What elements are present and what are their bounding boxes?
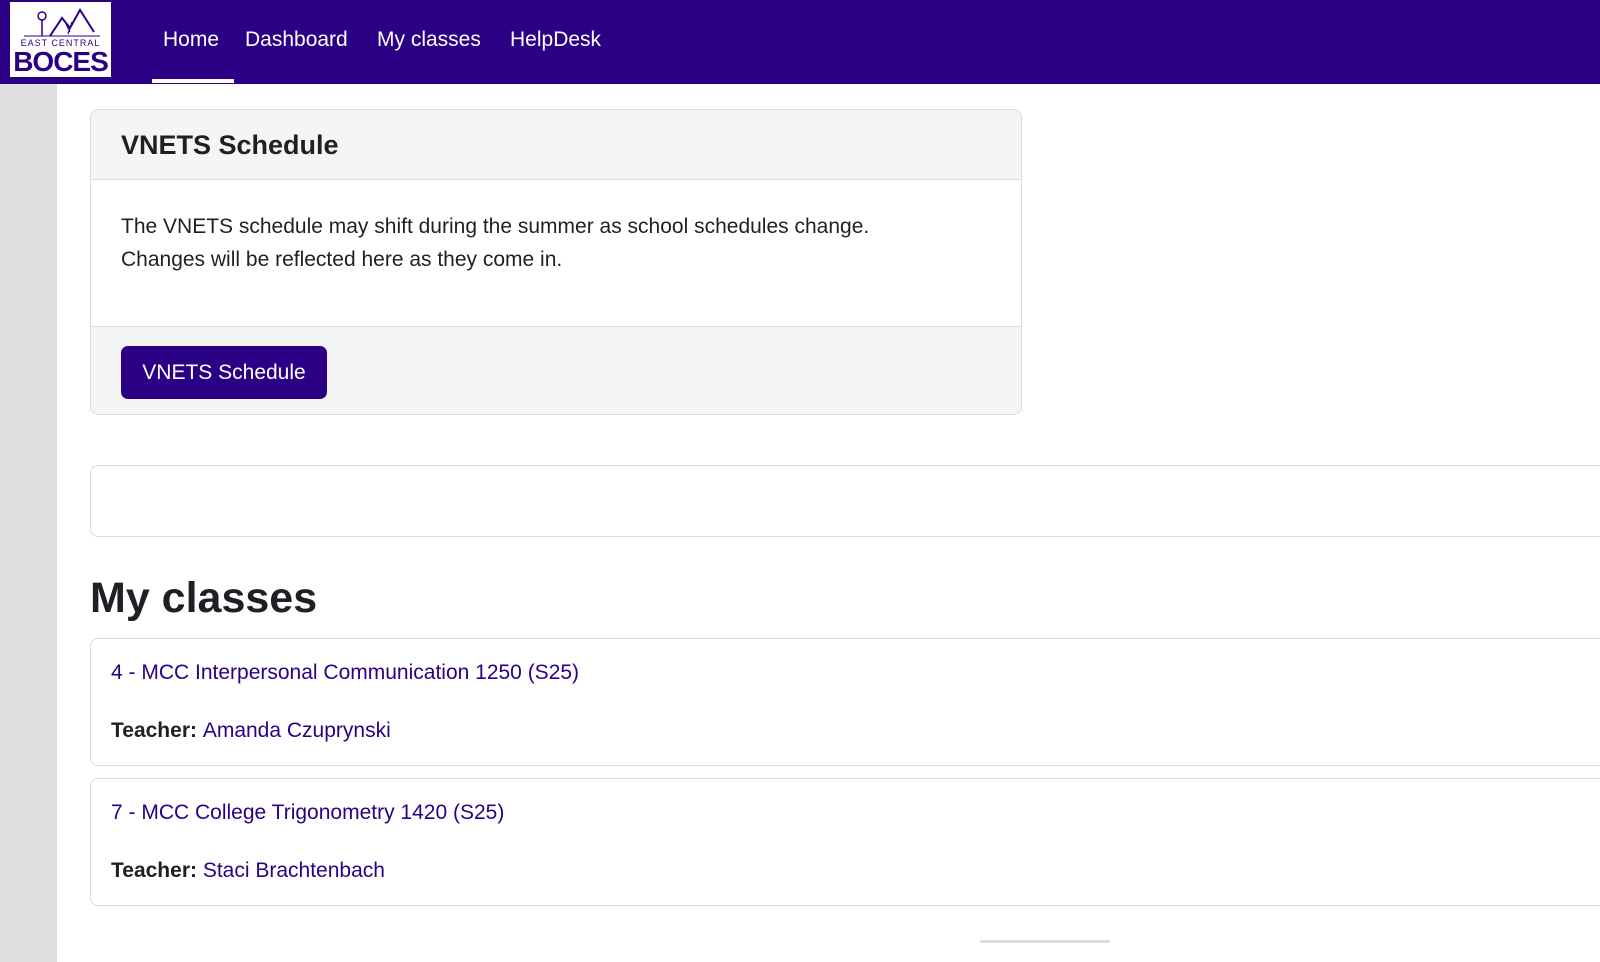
logo-title: BOCES [13,46,109,77]
vnets-schedule-button[interactable]: VNETS Schedule [121,346,327,399]
card-body: The VNETS schedule may shift during the … [121,210,971,276]
nav-home[interactable]: Home [163,28,219,52]
teacher-link[interactable]: Staci Brachtenbach [203,859,385,882]
teacher-label: Teacher: [111,859,203,882]
partial-element [980,940,1110,943]
teacher-row: Teacher: Staci Brachtenbach [111,859,385,883]
card-header: VNETS Schedule [91,110,1021,180]
nav-helpdesk[interactable]: HelpDesk [510,28,601,52]
class-link[interactable]: 4 - MCC Interpersonal Communication 1250… [111,661,579,685]
left-sidebar [0,84,57,962]
card-text-line-2: Changes will be reflected here as they c… [121,248,563,271]
class-card: 4 - MCC Interpersonal Communication 1250… [90,638,1600,766]
nav-my-classes[interactable]: My classes [377,28,481,52]
card-footer: VNETS Schedule [91,326,1021,414]
my-classes-heading: My classes [90,574,318,622]
empty-block [90,465,1600,537]
card-text-line-1: The VNETS schedule may shift during the … [121,215,870,238]
class-card: 7 - MCC College Trigonometry 1420 (S25) … [90,778,1600,906]
nav-dashboard[interactable]: Dashboard [245,28,348,52]
vnets-schedule-card: VNETS Schedule The VNETS schedule may sh… [90,109,1022,415]
card-title: VNETS Schedule [121,130,339,160]
class-link[interactable]: 7 - MCC College Trigonometry 1420 (S25) [111,801,504,825]
teacher-link[interactable]: Amanda Czuprynski [203,719,391,742]
top-navbar: EAST CENTRAL BOCES Home Dashboard My cla… [0,0,1600,84]
mountain-logo-icon [24,8,100,37]
active-nav-indicator [152,79,234,83]
teacher-label: Teacher: [111,719,203,742]
teacher-row: Teacher: Amanda Czuprynski [111,719,391,743]
boces-logo[interactable]: EAST CENTRAL BOCES [10,2,111,77]
